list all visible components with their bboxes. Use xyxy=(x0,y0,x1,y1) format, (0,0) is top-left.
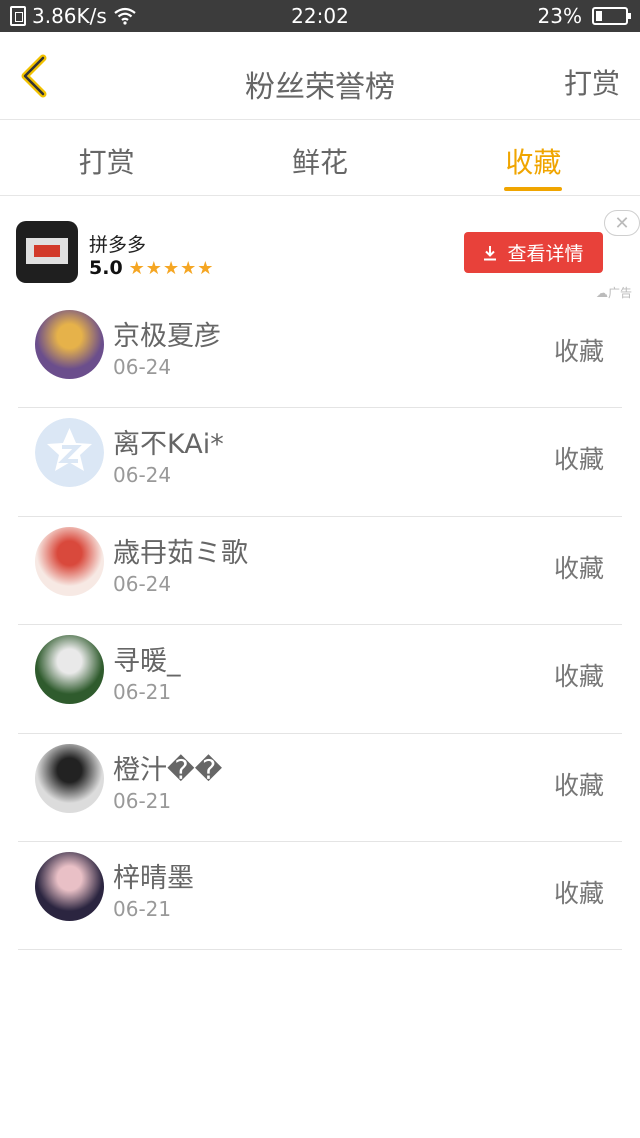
tab-label: 打赏 xyxy=(78,146,135,179)
rating-value: 5.0 xyxy=(89,257,123,279)
fan-action: 收藏 xyxy=(553,662,604,692)
fan-name: 橙汁�� xyxy=(113,754,223,786)
tab-flowers[interactable]: 鲜花 xyxy=(213,121,426,195)
star-rating-icon: ★★★★★ xyxy=(128,257,215,279)
avatar xyxy=(35,635,104,705)
tab-label: 鲜花 xyxy=(291,146,348,179)
fan-name: 离不KAi* xyxy=(113,429,224,461)
view-details-button[interactable]: 查看详情 xyxy=(464,232,603,273)
fan-name: 京极夏彦 xyxy=(113,321,221,352)
fan-list: 京极夏彦 06-24 收藏 离不KAi* 06-24 收藏 歳冄茹ミ歌 06-2… xyxy=(18,300,622,951)
page-title: 粉丝荣誉榜 xyxy=(245,70,395,105)
ad-tag-label: 广告 xyxy=(608,286,633,300)
tab-favorites[interactable]: 收藏 xyxy=(427,121,640,195)
fan-action: 收藏 xyxy=(553,553,604,583)
list-item[interactable]: 离不KAi* 06-24 收藏 xyxy=(18,408,622,517)
ad-banner[interactable]: 拼多多 5.0 ★★★★★ 查看详情 xyxy=(0,200,640,300)
status-right: 23% xyxy=(537,4,631,28)
fan-name: 梓晴墨 xyxy=(113,862,194,894)
app-icon xyxy=(16,221,78,283)
tab-label: 收藏 xyxy=(505,146,562,179)
reward-button[interactable]: 打赏 xyxy=(564,62,620,102)
default-avatar-icon xyxy=(35,418,104,488)
fan-action: 收藏 xyxy=(553,770,604,800)
battery-icon xyxy=(592,7,631,25)
fan-action: 收藏 xyxy=(553,445,604,475)
battery-fill xyxy=(596,11,602,21)
download-icon xyxy=(484,245,497,260)
fan-name: 寻暖_ xyxy=(113,646,181,678)
fan-date: 06-24 xyxy=(113,463,172,488)
top-bar: 粉丝荣誉榜 打赏 xyxy=(0,32,640,120)
fan-date: 06-21 xyxy=(113,788,172,813)
fan-action: 收藏 xyxy=(553,337,604,366)
tab-reward[interactable]: 打赏 xyxy=(0,121,213,195)
ad-tag: ☁广告 xyxy=(596,286,633,300)
avatar xyxy=(35,418,104,488)
avatar xyxy=(35,526,104,596)
ad-rating: 5.0 ★★★★★ xyxy=(89,257,214,279)
avatar xyxy=(35,851,104,921)
fan-date: 06-24 xyxy=(113,355,172,379)
list-item[interactable]: 梓晴墨 06-21 收藏 xyxy=(18,842,622,951)
list-item[interactable]: 橙汁�� 06-21 收藏 xyxy=(18,734,622,842)
list-item[interactable]: 京极夏彦 06-24 收藏 xyxy=(18,300,622,409)
active-tab-indicator xyxy=(504,187,563,191)
ad-close-button[interactable]: ✕ xyxy=(604,210,640,236)
fan-action: 收藏 xyxy=(553,878,604,908)
ad-app-name: 拼多多 xyxy=(89,234,147,256)
fan-date: 06-21 xyxy=(113,680,172,705)
view-details-label: 查看详情 xyxy=(507,243,584,265)
avatar xyxy=(35,743,104,813)
tab-bar: 打赏 鲜花 收藏 xyxy=(0,121,640,196)
fan-date: 06-24 xyxy=(113,571,172,596)
avatar xyxy=(35,310,104,379)
list-item[interactable]: 寻暖_ 06-21 收藏 xyxy=(18,625,622,734)
fan-name: 歳冄茹ミ歌 xyxy=(113,537,248,569)
battery-percent: 23% xyxy=(537,4,582,28)
status-bar: 3.86K/s 22:02 23% xyxy=(0,0,640,32)
list-item[interactable]: 歳冄茹ミ歌 06-24 收藏 xyxy=(18,517,622,626)
fan-date: 06-21 xyxy=(113,896,172,921)
